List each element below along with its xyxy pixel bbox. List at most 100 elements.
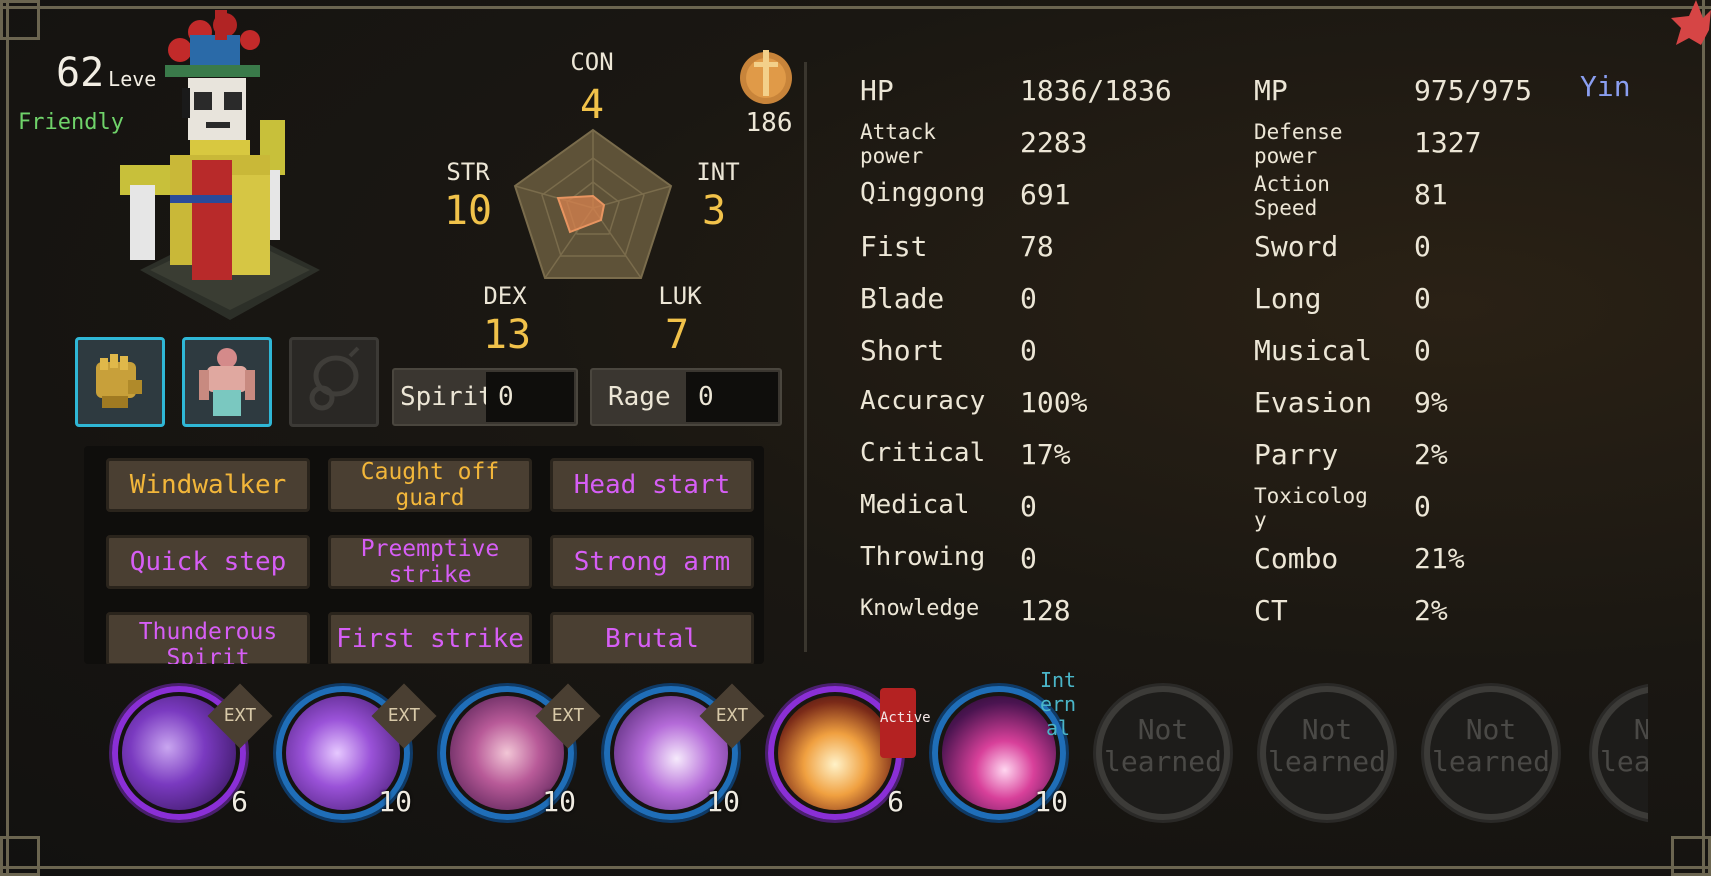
stat-value: 0 <box>1414 230 1431 263</box>
equip-slot-accessory[interactable] <box>289 337 379 427</box>
stat-label: Medical <box>860 490 970 520</box>
level-number: 62 <box>56 50 105 96</box>
rage-value: 0 <box>686 372 778 422</box>
stat-label: Critical <box>860 438 986 468</box>
skill-level: 10 <box>706 785 740 818</box>
stat-label: Blade <box>860 282 945 315</box>
skill-level: 10 <box>542 785 576 818</box>
stat-label: Toxicology <box>1254 484 1368 532</box>
stat-label: Fist <box>860 230 928 263</box>
stat-label: Action Speed <box>1254 172 1330 220</box>
stat-value: 78 <box>1020 230 1054 263</box>
not-learned-label: Not learned <box>1431 713 1550 778</box>
stat-value: 0 <box>1020 282 1037 315</box>
stat-label: Knowledge <box>860 596 980 621</box>
attr-str-value: 10 <box>443 188 493 234</box>
stat-label: Short <box>860 334 945 367</box>
trait-item[interactable]: Preemptive strike <box>328 535 532 589</box>
skill-slot-empty[interactable]: Not learned <box>1096 686 1230 820</box>
stat-value: 0 <box>1020 334 1037 367</box>
thunder-claw-icon <box>778 696 892 810</box>
stat-value: 1836/1836 <box>1020 74 1172 107</box>
trait-item[interactable]: Strong arm <box>550 535 754 589</box>
stat-value: 0 <box>1020 542 1037 575</box>
attr-int-label: INT <box>696 158 740 186</box>
internal-badge: Internal <box>1039 668 1077 740</box>
stat-label: Sword <box>1254 230 1339 263</box>
right-border <box>1702 0 1705 876</box>
stat-label: HP <box>860 74 894 107</box>
stat-label: Accuracy <box>860 386 986 416</box>
skill-level: 10 <box>378 785 412 818</box>
traits-panel[interactable]: Windwalker Caught off guard Head start Q… <box>84 446 764 664</box>
corner-ornament-tl <box>0 0 40 40</box>
skill-level: 10 <box>1034 785 1068 818</box>
not-learned-label: Not learned <box>1599 713 1648 778</box>
trait-item[interactable]: Quick step <box>106 535 310 589</box>
ext-badge-label: EXT <box>223 705 257 726</box>
stat-label: Throwing <box>860 542 986 572</box>
attr-int-value: 3 <box>701 188 727 234</box>
stat-label: Defense power <box>1254 120 1343 168</box>
robe-icon <box>199 348 255 416</box>
stat-value: 2% <box>1414 594 1448 627</box>
active-badge: Active <box>880 688 931 758</box>
trait-item[interactable]: First strike <box>328 612 532 664</box>
close-star-icon[interactable] <box>1641 0 1711 70</box>
stat-value: 975/975 <box>1414 74 1533 107</box>
affinity-label: Yin <box>1580 70 1631 103</box>
stat-label: Long <box>1254 282 1322 315</box>
sword-medal-icon <box>740 50 792 104</box>
left-border <box>6 0 9 876</box>
trait-item[interactable]: Caught off guard <box>328 458 532 512</box>
ext-badge-label: EXT <box>715 705 749 726</box>
attr-con-label: CON <box>570 48 614 76</box>
stat-label: Attack power <box>860 120 936 168</box>
attr-str-label: STR <box>446 158 490 186</box>
corner-ornament-br <box>1671 836 1711 876</box>
disposition-label: Friendly <box>18 110 124 135</box>
stat-label: Musical <box>1254 334 1373 367</box>
skill-level: 6 <box>887 785 904 818</box>
ext-badge-label: EXT <box>551 705 585 726</box>
stat-label: Evasion <box>1254 386 1373 419</box>
skill-level: 6 <box>231 785 248 818</box>
trait-item[interactable]: Brutal <box>550 612 754 664</box>
skill-slot-empty[interactable]: Not learned <box>1424 686 1558 820</box>
spirit-label: Spirit <box>400 382 494 412</box>
medal-value: 186 <box>745 108 793 138</box>
gauntlet-icon <box>96 354 142 408</box>
stat-value: 21% <box>1414 542 1465 575</box>
panel-divider <box>804 62 807 652</box>
stat-value: 100% <box>1020 386 1088 419</box>
skill-slot-empty[interactable]: Not learned <box>1592 686 1648 820</box>
stat-label: MP <box>1254 74 1288 107</box>
not-learned-label: Not learned <box>1103 713 1222 778</box>
equip-slot-gloves[interactable] <box>75 337 165 427</box>
bottom-border <box>0 866 1711 869</box>
skill-row-clip: Not learned <box>1588 680 1648 830</box>
stat-value: 0 <box>1414 334 1431 367</box>
stat-value: 2% <box>1414 438 1448 471</box>
stat-value: 0 <box>1020 490 1037 523</box>
radar-chart <box>513 128 673 279</box>
stat-value: 9% <box>1414 386 1448 419</box>
stat-value: 2283 <box>1020 126 1088 159</box>
pendant-slot-icon <box>309 346 360 411</box>
equip-slot-armor[interactable] <box>182 337 272 427</box>
stat-value: 0 <box>1414 282 1431 315</box>
rage-label: Rage <box>608 382 671 412</box>
skill-slot-empty[interactable]: Not learned <box>1260 686 1394 820</box>
not-learned-label: Not learned <box>1267 713 1386 778</box>
stat-label: Qinggong <box>860 178 986 208</box>
character-portrait <box>120 10 320 320</box>
trait-item[interactable]: Windwalker <box>106 458 310 512</box>
rage-bar: Rage 0 <box>590 368 782 426</box>
stat-value: 17% <box>1020 438 1071 471</box>
trait-item[interactable]: Head start <box>550 458 754 512</box>
stat-label: Parry <box>1254 438 1339 471</box>
spirit-bar: Spirit 0 <box>392 368 578 426</box>
stat-value: 691 <box>1020 178 1071 211</box>
stat-label: CT <box>1254 594 1288 627</box>
trait-item[interactable]: Thunderous Spirit <box>106 612 310 664</box>
